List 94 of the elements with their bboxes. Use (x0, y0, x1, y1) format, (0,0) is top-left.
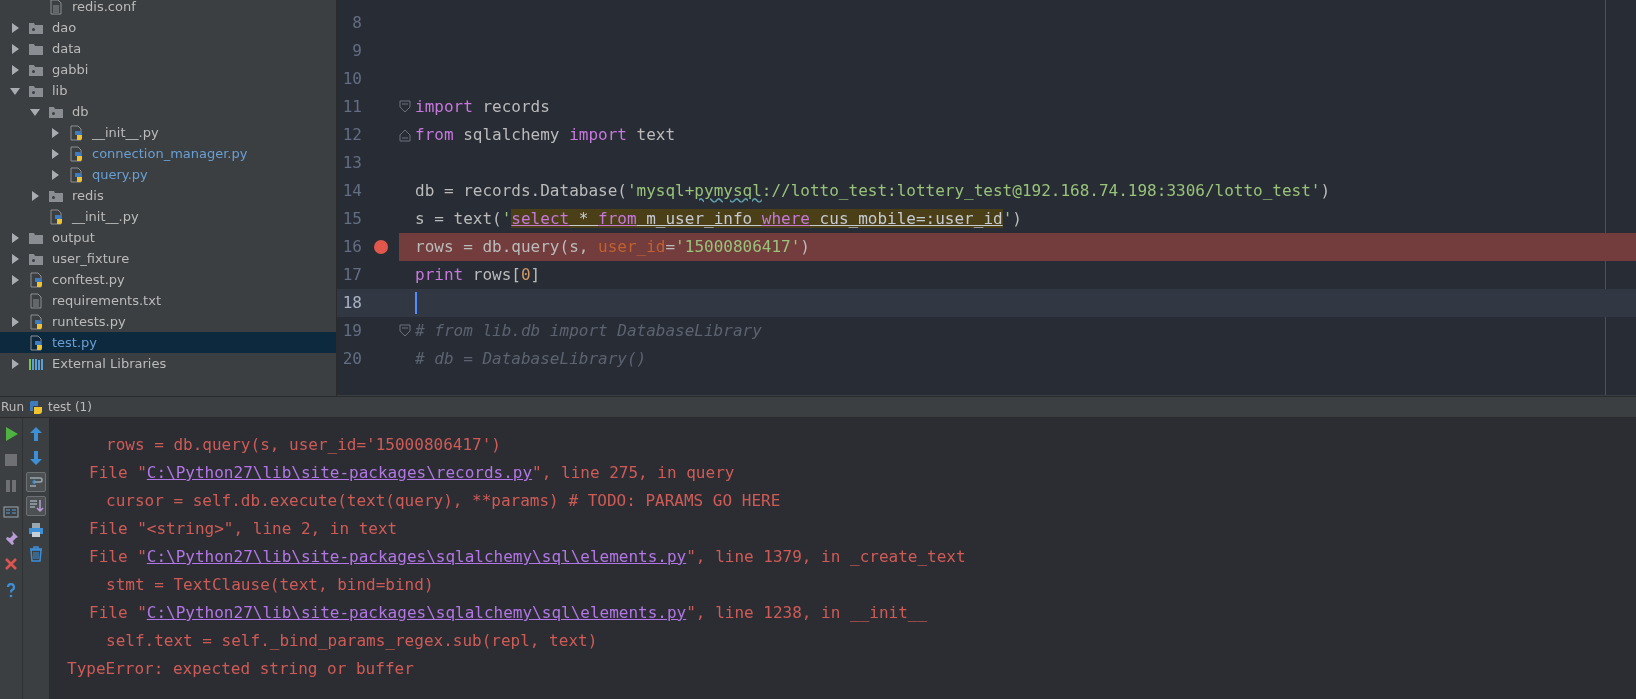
run-tab[interactable]: test (1) (28, 399, 92, 415)
pin-icon (3, 530, 19, 546)
line-number: 17 (341, 264, 362, 286)
line-number: 16 (341, 236, 362, 258)
code-line: import records (415, 96, 550, 118)
file-link[interactable]: C:\Python27\lib\site-packages\sqlalchemy\sql\elements.py (146, 547, 687, 566)
tree-item[interactable]: output (0, 227, 336, 248)
code-line: from sqlalchemy import text (415, 124, 676, 146)
tree-item[interactable]: lib (0, 80, 336, 101)
tree-item[interactable]: query.py (0, 164, 336, 185)
source-line: cursor = self.db.execute(text(query), **params) # TODO: PARAMS GO HERE (106, 490, 781, 512)
trash-icon (28, 546, 44, 562)
python-file-icon (68, 166, 84, 183)
line-number: 13 (341, 152, 362, 174)
collapse-arrow-icon[interactable] (9, 231, 21, 244)
tree-item[interactable]: redis (0, 185, 336, 206)
collapse-arrow-icon[interactable] (29, 189, 41, 202)
up-arrow-icon (28, 426, 44, 442)
soft-wrap-icon (28, 474, 44, 490)
line-number: 8 (351, 12, 362, 34)
line-number: 15 (341, 208, 362, 230)
printer-button[interactable] (26, 520, 46, 540)
line-number: 20 (341, 348, 362, 370)
tree-item[interactable]: db (0, 101, 336, 122)
source-line: rows = db.query(s, user_id='15000806417') (106, 434, 501, 456)
python-file-icon (28, 271, 44, 288)
tree-item[interactable]: __init__.py (0, 206, 336, 227)
collapse-arrow-icon[interactable] (9, 21, 21, 34)
line-number: 14 (341, 180, 362, 202)
python-file-icon (28, 313, 44, 330)
soft-wrap-button[interactable] (26, 472, 46, 492)
tree-item[interactable]: test.py (0, 332, 336, 353)
panel-title: Run (1, 400, 24, 414)
tree-item[interactable]: gabbi (0, 59, 336, 80)
close-icon (3, 556, 19, 572)
tree-item[interactable]: requirements.txt (0, 290, 336, 311)
collapse-arrow-icon[interactable] (9, 42, 21, 55)
fold-marker-icon[interactable] (399, 128, 411, 142)
tree-item[interactable]: data (0, 38, 336, 59)
text-file-icon (48, 0, 64, 15)
line-number: 18 (341, 292, 362, 314)
code-line: db = records.Database('mysql+pymysql://lotto_test:lottery_test@192.168.74.198:3306/lotto_test') (415, 180, 1331, 202)
source-line: stmt = TextClause(text, bind=bind) (106, 574, 434, 596)
collapse-arrow-icon[interactable] (9, 315, 21, 328)
traceback-frame: File "C:\Python27\lib\site-packages\sqlalchemy\sql\elements.py", line 1379, in _create_text (89, 543, 966, 571)
down-arrow-icon (28, 450, 44, 466)
python-file-icon (48, 208, 64, 225)
code-line: # db = DatabaseLibrary() (415, 348, 647, 370)
collapse-arrow-icon[interactable] (9, 252, 21, 265)
tree-item[interactable]: redis.conf (0, 0, 336, 17)
collapse-arrow-icon[interactable] (49, 147, 61, 160)
run-icon (3, 426, 19, 442)
line-number: 10 (341, 68, 362, 90)
fold-marker-icon[interactable] (399, 324, 411, 338)
stop-icon (3, 452, 19, 468)
code-line: # from lib.db import DatabaseLibrary (415, 320, 762, 342)
collapse-arrow-icon[interactable] (49, 126, 61, 139)
tree-item[interactable]: dao (0, 17, 336, 38)
source-line: self.text = self._bind_params_regex.sub(repl, text) (106, 630, 598, 652)
collapse-arrow-icon[interactable] (9, 63, 21, 76)
pause-icon (3, 478, 19, 494)
line-number: 11 (341, 96, 362, 118)
collapse-arrow-icon[interactable] (9, 357, 21, 370)
scroll-to-end-icon (28, 498, 44, 514)
tree-item[interactable]: runtests.py (0, 311, 336, 332)
collapse-arrow-icon[interactable] (9, 273, 21, 286)
python-icon (28, 399, 44, 415)
line-number: 12 (341, 124, 362, 146)
tree-item[interactable]: user_fixture (0, 248, 336, 269)
code-line: print rows[0] (415, 264, 541, 286)
traceback-frame: File "C:\Python27\lib\site-packages\sqlalchemy\sql\elements.py", line 1238, in __init__ (89, 599, 928, 627)
breakpoint-icon[interactable] (372, 239, 389, 255)
tree-item[interactable]: External Libraries (0, 353, 336, 374)
line-number: 9 (351, 40, 362, 62)
code-line: s = text('select * from m_user_info where cus_mobile=:user_id') (415, 208, 1022, 230)
tree-item[interactable]: __init__.py (0, 122, 336, 143)
tree-item[interactable]: conftest.py (0, 269, 336, 290)
file-link[interactable]: C:\Python27\lib\site-packages\records.py (146, 463, 533, 482)
code-line: rows = db.query(s, user_id='15000806417') (415, 236, 810, 258)
traceback-frame: File "<string>", line 2, in text (89, 515, 398, 543)
text-file-icon (28, 292, 44, 309)
printer-icon (28, 522, 44, 538)
traceback-frame: File "C:\Python27\lib\site-packages\records.py", line 275, in query (89, 459, 735, 487)
text-cursor (415, 292, 417, 314)
file-link[interactable]: C:\Python27\lib\site-packages\sqlalchemy\sql\elements.py (146, 603, 687, 622)
error-message: TypeError: expected string or buffer (67, 658, 414, 680)
layout-icon (3, 504, 19, 520)
tree-item[interactable]: connection_manager.py (0, 143, 336, 164)
python-file-icon (68, 124, 84, 141)
collapse-arrow-icon[interactable] (49, 168, 61, 181)
line-number: 19 (341, 320, 362, 342)
python-file-icon (28, 334, 44, 351)
fold-marker-icon[interactable] (399, 100, 411, 114)
python-file-icon (68, 145, 84, 162)
